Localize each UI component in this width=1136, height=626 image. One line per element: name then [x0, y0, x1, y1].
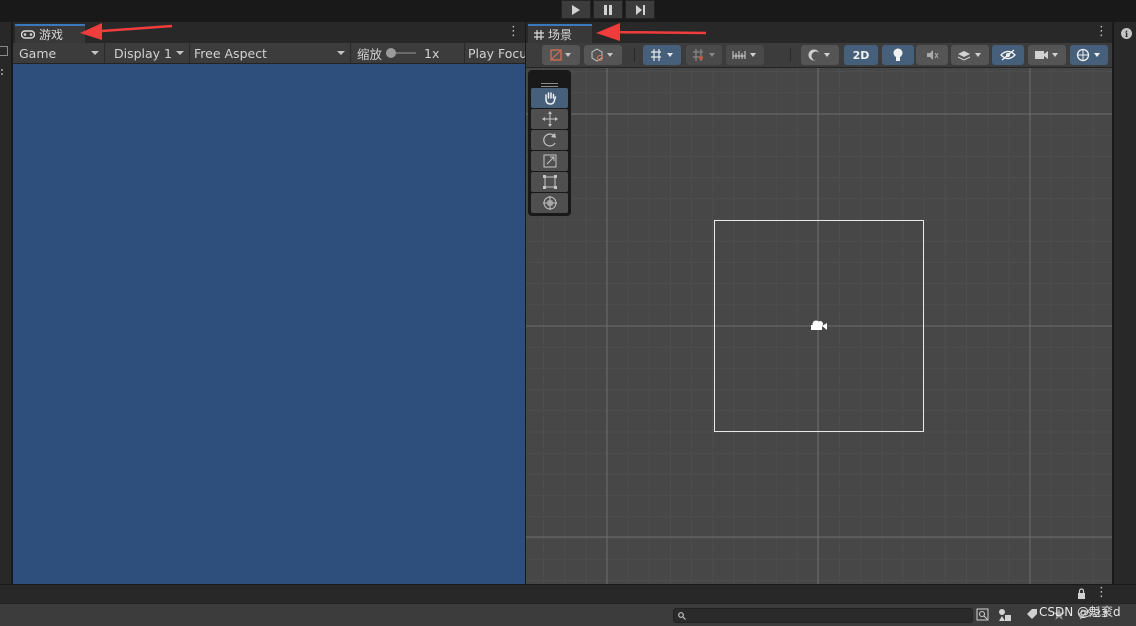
tab-game[interactable]: 游戏 [15, 24, 85, 43]
pause-button[interactable] [593, 0, 623, 19]
aspect-label: Free Aspect [194, 45, 267, 61]
drag-handle-icon[interactable] [541, 76, 558, 87]
layers-effects-icon [957, 51, 981, 61]
draw-mode-dropdown[interactable] [542, 45, 580, 65]
slider-handle[interactable] [386, 48, 397, 58]
audio-toggle-button[interactable] [916, 45, 948, 65]
toggle-2d-button[interactable]: 2D [844, 45, 878, 65]
hand-tool-button[interactable] [531, 88, 568, 108]
grid-snap-icon [651, 49, 673, 61]
scale-label: 缩放 [357, 46, 383, 62]
rotate-icon [542, 133, 556, 147]
shading-dropdown[interactable] [801, 45, 839, 65]
project-menu-icon[interactable]: ⋮ [1095, 586, 1108, 599]
lock-icon[interactable] [1077, 588, 1086, 602]
ruler-icon [732, 51, 756, 59]
chevron-down-icon [91, 51, 99, 55]
inspector-edge: i [1113, 22, 1136, 584]
game-type-label: Game [19, 45, 57, 61]
play-button[interactable] [561, 0, 591, 19]
display-dropdown[interactable]: Display 1 [110, 43, 190, 63]
scene-panel: 场景 ⋮ 2D [526, 22, 1112, 584]
toolbar-separator [634, 48, 635, 62]
play-focus-label: Play Focus [468, 45, 525, 61]
eye-hidden-icon [1000, 49, 1016, 61]
game-panel: 游戏 ⋮ Game Display 1 Free Aspect 缩放 1x Pl… [13, 22, 525, 584]
aspect-dropdown[interactable]: Free Aspect [190, 43, 351, 63]
increment-snap-dropdown[interactable] [686, 45, 722, 65]
ruler-dropdown[interactable] [726, 45, 764, 65]
scale-slider[interactable] [386, 48, 417, 58]
gizmos-dropdown[interactable] [1070, 45, 1108, 65]
game-view-viewport[interactable] [13, 64, 525, 584]
scale-tool-button[interactable] [531, 151, 568, 171]
tab-scene-label: 场景 [548, 28, 573, 42]
play-toolbar [0, 0, 1136, 22]
render-mode-dropdown[interactable] [584, 45, 622, 65]
grid-snap-dropdown[interactable] [643, 45, 681, 65]
tab-scene[interactable]: 场景 [528, 24, 592, 43]
game-toolbar: Game Display 1 Free Aspect 缩放 1x Play Fo… [13, 43, 525, 64]
camera-dropdown[interactable] [1028, 45, 1066, 65]
rect-transform-icon [542, 175, 557, 189]
audio-muted-icon [927, 50, 939, 60]
scene-menu-icon[interactable]: ⋮ [1095, 25, 1108, 38]
move-arrows-icon [541, 111, 558, 127]
gizmo-globe-icon [1076, 48, 1100, 62]
step-button[interactable] [625, 0, 655, 19]
scale-control: 缩放 1x [353, 43, 465, 63]
pause-icon [604, 4, 612, 15]
rotate-tool-button[interactable] [531, 130, 568, 150]
effects-dropdown[interactable] [951, 45, 989, 65]
filter-type-icon[interactable] [998, 608, 1012, 625]
search-icon [678, 612, 686, 620]
chevron-down-icon [337, 51, 345, 55]
chevron-down-icon [176, 51, 184, 55]
project-panel-header: ⋮ [0, 584, 1136, 603]
scene-view-viewport[interactable] [526, 68, 1112, 584]
play-icon [572, 4, 580, 15]
hand-icon [544, 92, 556, 105]
game-tab-bar: 游戏 ⋮ [13, 22, 525, 43]
scene-tab-bar: 场景 ⋮ [526, 22, 1112, 43]
transform-tool-button[interactable] [531, 193, 568, 213]
transform-gizmo-icon [542, 196, 557, 210]
watermark: CSDN @魁衮d [1039, 605, 1121, 619]
toggle-2d-label: 2D [852, 48, 870, 62]
info-icon[interactable]: i [1121, 28, 1132, 39]
shading-sphere-icon [808, 49, 830, 61]
draw-mode-icon [550, 49, 571, 61]
step-icon [635, 4, 645, 15]
search-input[interactable] [673, 608, 973, 623]
tab-game-label: 游戏 [39, 28, 64, 42]
toolbar-separator [790, 48, 791, 62]
cube-icon [591, 48, 613, 62]
panel-icon[interactable] [0, 46, 8, 56]
play-focus-dropdown[interactable]: Play Focus [464, 43, 525, 63]
left-panel-edge [0, 22, 12, 584]
move-tool-button[interactable] [531, 109, 568, 129]
camera-gizmo-icon[interactable] [811, 320, 827, 331]
grid-hash-icon [534, 29, 544, 40]
label-tag-icon[interactable] [1026, 608, 1038, 623]
camera-icon [1035, 51, 1058, 59]
game-type-dropdown[interactable]: Game [15, 43, 105, 63]
strip-dots-icon [0, 67, 4, 77]
scale-value: 1x [424, 45, 440, 61]
search-scene-icon[interactable] [976, 608, 990, 625]
scene-visibility-button[interactable] [992, 45, 1024, 65]
rect-tool-button[interactable] [531, 172, 568, 192]
scene-toolbar: 2D [526, 43, 1112, 68]
increment-snap-icon [693, 49, 715, 61]
lighting-toggle-button[interactable] [882, 45, 914, 65]
game-menu-icon[interactable]: ⋮ [507, 25, 520, 38]
tool-palette [528, 70, 571, 216]
light-bulb-icon [893, 48, 903, 61]
scale-icon [543, 154, 556, 168]
scene-grid [526, 68, 1112, 584]
display-label: Display 1 [114, 45, 173, 61]
project-toolbar: 23 [0, 603, 1136, 626]
gamepad-icon [21, 30, 35, 39]
